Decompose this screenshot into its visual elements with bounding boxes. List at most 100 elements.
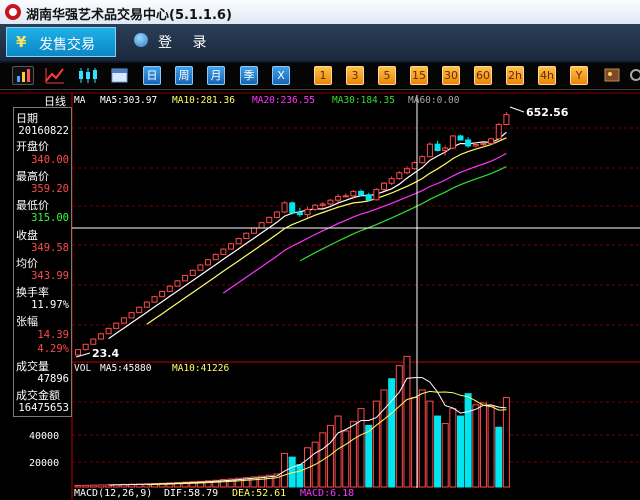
candle <box>174 280 181 287</box>
volume-bar <box>449 408 457 488</box>
candle <box>388 176 395 186</box>
volume-bar <box>342 430 350 488</box>
candle-body <box>304 208 311 216</box>
candle-body <box>403 168 410 174</box>
volume-bar <box>434 415 442 488</box>
candle <box>365 192 372 202</box>
volume-bar <box>74 485 82 488</box>
candle <box>228 242 234 250</box>
candle-body <box>396 172 403 180</box>
macd-header: MACD(12,26,9) DIF:58.79 DEA:52.61 MACD:6… <box>72 488 640 500</box>
candle-body <box>220 248 227 255</box>
amount-label: 成交金额 <box>16 389 60 402</box>
candle-body <box>465 139 472 147</box>
volume-bar <box>296 464 304 488</box>
macd-value: MACD:6.18 <box>300 488 355 499</box>
candle <box>296 207 303 217</box>
candle-body <box>350 190 357 197</box>
candle-body <box>289 202 296 213</box>
candle-body <box>381 182 387 190</box>
candle-body <box>128 312 135 319</box>
candle <box>166 285 173 292</box>
candle-body <box>105 327 112 335</box>
candle <box>281 201 288 214</box>
candle-body <box>358 190 365 196</box>
candle-body <box>266 216 273 224</box>
ma60-label: MA60:0.00 <box>408 95 460 106</box>
candle-body <box>457 135 464 141</box>
turnover-value: 11.97% <box>31 299 69 311</box>
volume-bar <box>502 397 510 488</box>
period-label: 日线 <box>44 94 66 108</box>
candle <box>159 290 166 298</box>
candle-body <box>449 135 456 149</box>
volume-bar <box>82 484 90 488</box>
change-label: 张幅 <box>16 315 38 328</box>
volume-bar <box>441 423 449 488</box>
candle <box>128 311 135 319</box>
candlestick-chart[interactable]: 日线 MA MA5:303.97 MA10:281.36 MA20:236.55… <box>0 0 640 500</box>
candle <box>457 134 464 141</box>
candle <box>212 253 219 261</box>
candle-body <box>212 253 219 261</box>
ma20-line <box>222 152 507 294</box>
volume-bar <box>349 421 357 488</box>
volume-bar <box>365 424 373 488</box>
candle-body <box>365 194 372 201</box>
volume-bar <box>380 389 388 488</box>
candle-body <box>113 322 120 329</box>
open-value: 340.00 <box>31 154 69 166</box>
candle-body <box>319 203 326 206</box>
volume-bar <box>89 484 97 488</box>
candle-body <box>388 178 395 184</box>
max-price-annotation: 652.56 <box>526 106 569 119</box>
low-label: 最低价 <box>16 199 49 212</box>
candle-body <box>235 238 242 245</box>
candle-body <box>250 227 257 234</box>
volume-bar <box>495 426 503 488</box>
volume-bar <box>457 415 464 488</box>
candle-body <box>335 196 342 201</box>
candle <box>304 206 311 218</box>
candle-body <box>342 195 349 198</box>
candle-body <box>182 275 189 282</box>
candle <box>342 193 349 198</box>
candle <box>197 264 204 271</box>
macd-title: MACD(12,26,9) <box>74 488 153 499</box>
candle <box>136 306 143 314</box>
candle-body <box>258 222 265 229</box>
candle <box>373 188 380 201</box>
candle-body <box>495 123 502 140</box>
candle-body <box>189 269 196 277</box>
high-value: 359.20 <box>31 183 69 195</box>
candle-body <box>228 243 234 250</box>
candle <box>258 221 265 229</box>
candle <box>113 322 120 329</box>
candle <box>266 216 273 224</box>
candle-body <box>75 349 81 356</box>
candle <box>243 232 250 240</box>
candle <box>426 142 433 158</box>
candle <box>273 211 280 219</box>
candle-body <box>312 204 319 210</box>
volume-title: VOL <box>74 363 91 374</box>
candle <box>235 237 242 245</box>
low-value: 315.00 <box>31 212 69 224</box>
date-value: 20160822 <box>18 125 69 137</box>
candle-body <box>472 144 479 147</box>
min-price-annotation: 23.4 <box>92 347 119 360</box>
change-pct-value: 4.29% <box>37 343 69 355</box>
volume-bar <box>395 365 403 488</box>
candle <box>189 269 196 277</box>
candle <box>220 248 227 255</box>
volume-tick-20000: 20000 <box>29 458 59 469</box>
candle <box>143 301 150 308</box>
candle-body <box>159 290 166 298</box>
candle <box>105 327 112 335</box>
candle-body <box>503 114 510 125</box>
candle-body <box>90 338 97 345</box>
candle <box>488 137 495 146</box>
close-label: 收盘 <box>16 229 38 242</box>
open-label: 开盘价 <box>16 140 49 153</box>
dea-value: DEA:52.61 <box>232 488 287 499</box>
